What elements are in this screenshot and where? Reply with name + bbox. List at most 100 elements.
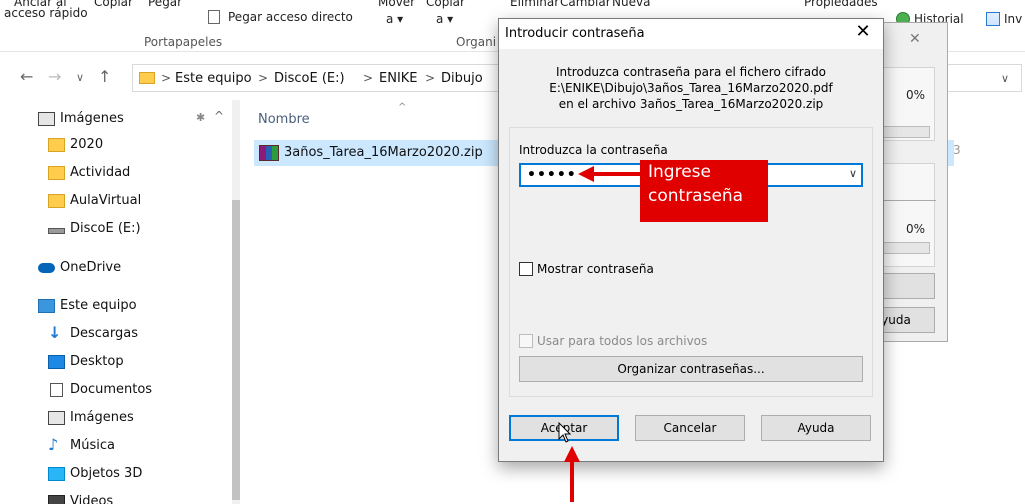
- password-label: Introduzca la contraseña: [519, 143, 668, 157]
- breadcrumb-separator[interactable]: >: [258, 71, 268, 85]
- drive-icon: [48, 228, 65, 234]
- show-password-checkbox[interactable]: [519, 262, 533, 276]
- dialog-message-line2: E:\ENIKE\Dibujo\3años_Tarea_16Marzo2020.…: [549, 81, 833, 95]
- rename-button[interactable]: Cambiar: [560, 0, 611, 9]
- nav-item-imagenes-quick[interactable]: Imágenes ✱ ^: [0, 106, 230, 132]
- sort-ascending-icon: ^: [398, 102, 407, 113]
- screenshot-stage: Anclar al acceso rápido Copiar Pegar Peg…: [0, 0, 1025, 504]
- nav-item-descargas[interactable]: ↓ Descargas: [0, 321, 230, 347]
- copy-button[interactable]: Copiar: [94, 0, 133, 9]
- scroll-up-icon[interactable]: ^: [214, 109, 224, 123]
- annotation-line2: contraseña: [648, 186, 744, 206]
- paste-shortcut-button[interactable]: Pegar acceso directo: [228, 10, 353, 24]
- group-organize-label: Organi: [456, 35, 497, 49]
- paste-button[interactable]: Pegar: [148, 0, 182, 9]
- close-icon[interactable]: ✕: [909, 31, 921, 47]
- group-clipboard-label: Portapapeles: [144, 35, 223, 49]
- nav-item-2020[interactable]: 2020: [0, 132, 230, 158]
- forward-arrow-icon[interactable]: →: [48, 67, 61, 86]
- nav-item-actividad[interactable]: Actividad: [0, 160, 230, 186]
- nav-item-label: Documentos: [70, 382, 153, 397]
- breadcrumb-separator[interactable]: >: [425, 71, 435, 85]
- column-header-name[interactable]: Nombre: [258, 112, 310, 127]
- pictures-icon: [48, 411, 65, 425]
- videos-icon: [48, 495, 65, 504]
- delete-button[interactable]: Eliminar: [510, 0, 559, 9]
- nav-scrollbar-thumb[interactable]: [232, 200, 240, 500]
- nav-item-imagenes[interactable]: Imágenes: [0, 405, 230, 431]
- breadcrumb-separator[interactable]: >: [363, 71, 373, 85]
- back-arrow-icon[interactable]: ←: [20, 67, 33, 86]
- computer-icon: [38, 299, 55, 313]
- move-to-dropdown[interactable]: a ▾: [386, 12, 403, 26]
- 3d-objects-icon: [48, 467, 65, 481]
- pin-icon: ✱: [196, 111, 206, 124]
- nav-item-label: Imágenes: [60, 111, 124, 126]
- nav-item-label: Objetos 3D: [70, 466, 143, 481]
- nav-item-label: Actividad: [70, 165, 131, 180]
- paste-shortcut-icon: [208, 10, 220, 24]
- annotation-arrow-left-icon: [578, 166, 644, 182]
- breadcrumb-separator[interactable]: >: [161, 71, 171, 85]
- dialog-title: Introducir contraseña: [505, 26, 645, 41]
- use-for-all-label[interactable]: Usar para todos los archivos: [537, 334, 707, 348]
- nav-item-label: DiscoE (E:): [70, 221, 141, 236]
- password-history-dropdown-icon[interactable]: ∨: [849, 167, 857, 180]
- nav-item-label: Música: [70, 438, 115, 453]
- new-folder-button[interactable]: Nueva: [612, 0, 650, 9]
- invert-selection-icon: [986, 12, 1000, 26]
- help-button[interactable]: Ayuda: [761, 415, 871, 441]
- cancel-button[interactable]: Cancelar: [635, 415, 745, 441]
- use-for-all-checkbox[interactable]: [519, 334, 533, 348]
- cloud-icon: [38, 263, 55, 273]
- password-value: •••••: [527, 167, 577, 183]
- organize-passwords-button[interactable]: Organizar contraseñas...: [519, 356, 863, 382]
- nav-item-objetos-3d[interactable]: Objetos 3D: [0, 461, 230, 487]
- folder-icon: [48, 166, 65, 180]
- mouse-cursor-icon: [558, 422, 572, 443]
- nav-item-label: AulaVirtual: [70, 193, 142, 208]
- copy-to-dropdown[interactable]: a ▾: [436, 12, 453, 26]
- nav-item-disco-e[interactable]: DiscoE (E:): [0, 216, 230, 242]
- dialog-message-line1: Introduzca contraseña para el fichero ci…: [555, 65, 827, 79]
- file-name: 3años_Tarea_16Marzo2020.zip: [284, 145, 483, 160]
- nav-item-aulavirtual[interactable]: AulaVirtual: [0, 188, 230, 214]
- up-arrow-icon[interactable]: ↑: [98, 67, 111, 86]
- annotation-callout: Ingrese contraseña: [640, 160, 768, 222]
- nav-item-documentos[interactable]: Documentos: [0, 377, 230, 403]
- nav-item-musica[interactable]: ♪ Música: [0, 433, 230, 459]
- password-dialog: Introducir contraseña ✕ Introduzca contr…: [498, 18, 884, 462]
- breadcrumb-este-equipo[interactable]: Este equipo: [175, 71, 252, 86]
- nav-item-label: Desktop: [70, 354, 124, 369]
- address-dropdown-icon[interactable]: ∨: [1001, 72, 1009, 85]
- invert-selection-button[interactable]: Inv: [1004, 12, 1022, 26]
- progress-percent-1: 0%: [906, 88, 926, 102]
- move-button[interactable]: Mover: [378, 0, 415, 9]
- close-icon[interactable]: ✕: [851, 21, 875, 42]
- breadcrumb-disco-e[interactable]: DiscoE (E:): [274, 71, 345, 86]
- recent-locations-icon[interactable]: ∨: [76, 71, 84, 84]
- show-password-label[interactable]: Mostrar contraseña: [537, 262, 654, 276]
- dialog-message-line3: en el archivo 3años_Tarea_16Marzo2020.zi…: [558, 97, 824, 111]
- nav-item-este-equipo[interactable]: Este equipo: [0, 293, 230, 319]
- folder-icon: [139, 72, 155, 84]
- copy-to-button[interactable]: Copiar: [426, 0, 465, 9]
- documents-icon: [50, 383, 63, 397]
- navigation-pane: Imágenes ✱ ^ 2020 Actividad AulaVirtual …: [0, 100, 232, 504]
- nav-item-onedrive[interactable]: OneDrive: [0, 255, 230, 281]
- annotation-line1: Ingrese: [648, 162, 711, 182]
- nav-item-label: Este equipo: [60, 298, 137, 313]
- nav-item-label: Descargas: [70, 326, 139, 341]
- breadcrumb-dibujo[interactable]: Dibujo: [441, 71, 483, 86]
- nav-item-desktop[interactable]: Desktop: [0, 349, 230, 375]
- nav-item-videos[interactable]: Videos: [0, 489, 230, 504]
- pin-label-2[interactable]: acceso rápido: [4, 6, 88, 20]
- folder-icon: [48, 138, 65, 152]
- breadcrumb-enike[interactable]: ENIKE: [379, 71, 418, 86]
- properties-button[interactable]: Propiedades: [804, 0, 878, 9]
- nav-item-label: Videos: [70, 494, 114, 504]
- music-icon: ♪: [48, 435, 59, 454]
- desktop-icon: [48, 355, 65, 369]
- nav-item-label: OneDrive: [60, 260, 122, 275]
- nav-item-label: 2020: [70, 137, 104, 152]
